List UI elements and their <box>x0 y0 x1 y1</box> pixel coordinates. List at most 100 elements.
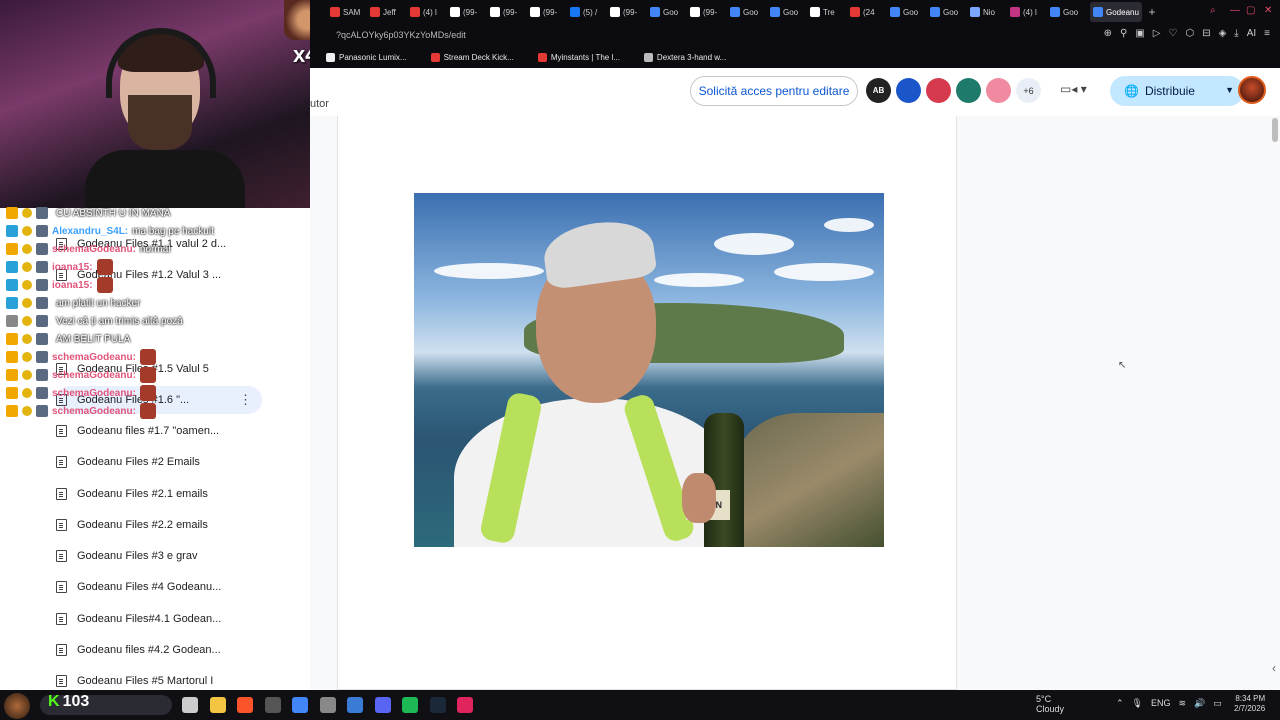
bookmark[interactable]: Dextera 3-hand w... <box>643 52 726 62</box>
browser-tab[interactable]: Jeff <box>370 2 410 22</box>
heart-icon[interactable]: ♡ <box>1168 28 1177 39</box>
outline-item[interactable]: Godeanu Files #4 Godeanu... <box>56 573 232 601</box>
browser-tab[interactable]: SAM <box>330 2 370 22</box>
user-avatar[interactable] <box>1238 76 1266 104</box>
url-text[interactable]: ?qcALOYky6p03YKzYoMDs/edit <box>336 30 466 40</box>
time: 8:34 PM <box>1235 694 1266 703</box>
stream-chat: CU ABSINTH U IN MANA Alexandru_S4L: ma bag… <box>0 205 330 420</box>
collaborator-avatar[interactable] <box>896 78 921 103</box>
multiplier-label: x4 <box>293 42 310 67</box>
browser-tab[interactable]: Goo <box>770 2 810 22</box>
taskbar-app-icon[interactable] <box>429 697 446 713</box>
battery-icon[interactable]: ▭ <box>1213 698 1222 709</box>
chevron-up-icon[interactable]: ⌃ <box>1116 698 1124 709</box>
request-edit-access-button[interactable]: Solicită acces pentru editare <box>690 76 858 106</box>
outline-item[interactable]: Godeanu Files #2 Emails <box>56 448 232 476</box>
close-icon[interactable]: ✕ <box>1264 5 1272 16</box>
bookmark-favicon-icon <box>326 52 335 62</box>
browser-tab[interactable]: (99- <box>450 2 490 22</box>
outline-item[interactable]: Godeanu files #1.7 "oamen... <box>56 417 232 445</box>
volume-icon[interactable]: 🔊 <box>1194 698 1205 709</box>
bookmark[interactable]: Panasonic Lumix... <box>326 52 407 62</box>
menu-icon[interactable]: ≡ <box>1264 28 1270 39</box>
bookmark[interactable]: Stream Deck Kick... <box>430 52 514 62</box>
outline-item-label: Godeanu Files #2.2 emails <box>77 519 208 531</box>
taskbar-app-icon[interactable] <box>264 697 281 713</box>
browser-tab[interactable]: Goo <box>1050 2 1090 22</box>
taskbar-app-icon[interactable] <box>237 697 253 713</box>
globe-icon: 🌐 <box>1124 84 1139 98</box>
docs-header: utor Solicită acces pentru editare AB +6 … <box>310 68 1280 116</box>
taskbar-app-icon[interactable] <box>374 697 391 713</box>
zoom-icon[interactable]: ⊕ <box>1104 28 1112 39</box>
share-button[interactable]: 🌐 Distribuie ▼ <box>1110 76 1244 106</box>
taskbar-app-icon[interactable] <box>319 697 336 713</box>
outline-item[interactable]: Godeanu Files #3 e grav <box>56 542 232 570</box>
search-tabs-icon[interactable]: ⌕ <box>1210 5 1216 16</box>
taskbar-app-icon[interactable] <box>209 697 226 713</box>
taskbar-app-icon[interactable] <box>182 697 198 713</box>
extensions-icon[interactable]: ⬡ <box>1185 28 1194 39</box>
browser-tab[interactable]: (5) / <box>570 2 610 22</box>
outline-item[interactable]: Godeanu files #4.2 Godean... <box>56 636 232 664</box>
browser-tab[interactable]: (99- <box>530 2 570 22</box>
outline-item[interactable]: Godeanu Files #2.1 emails <box>56 480 232 508</box>
more-collaborators-badge[interactable]: +6 <box>1016 78 1041 103</box>
new-tab-icon[interactable]: + <box>1142 5 1162 19</box>
bookmark-favicon-icon <box>643 52 653 62</box>
ai-icon[interactable]: AI <box>1247 28 1256 39</box>
browser-tab[interactable]: Goo <box>930 2 970 22</box>
browser-tab[interactable]: Tre <box>810 2 850 22</box>
collaborator-avatar[interactable] <box>926 78 951 103</box>
temperature: 5°C <box>1036 694 1052 704</box>
minimize-icon[interactable]: — <box>1230 5 1240 16</box>
outline-item[interactable]: Godeanu Files #2.2 emails <box>56 511 232 539</box>
wifi-icon[interactable]: ≋ <box>1179 698 1187 709</box>
chat-sub-badge-icon <box>22 208 32 218</box>
webcam-overlay: x4 <box>0 0 310 208</box>
collaborator-avatar[interactable]: AB <box>866 78 891 103</box>
tab-favicon-icon <box>1050 7 1060 17</box>
tab-favicon-icon <box>890 7 900 17</box>
tab-label: Nio <box>983 7 996 17</box>
meet-icon[interactable]: ▭◂ ▾ <box>1060 82 1087 96</box>
taskbar-app-icon[interactable] <box>457 697 473 713</box>
taskbar-app-icon[interactable] <box>292 697 308 713</box>
browser-tab[interactable]: (99- <box>490 2 530 22</box>
wallet-icon[interactable]: ⊟ <box>1202 28 1210 39</box>
scrollbar[interactable] <box>1272 118 1278 142</box>
tab-favicon-icon <box>530 7 540 17</box>
chat-platform-icon <box>36 315 48 327</box>
collaborator-avatar[interactable] <box>986 78 1011 103</box>
browser-tab[interactable]: Goo <box>890 2 930 22</box>
collaborator-avatar[interactable] <box>956 78 981 103</box>
maximize-icon[interactable]: ▢ <box>1246 5 1255 16</box>
browser-tab[interactable]: (99- <box>610 2 650 22</box>
snapshot-icon[interactable]: ▣ <box>1135 28 1144 39</box>
active-tab[interactable]: Godeanu <box>1090 2 1142 22</box>
cube-icon[interactable]: ◈ <box>1219 28 1227 39</box>
bookmark[interactable]: Myinstants | The l... <box>537 52 620 62</box>
outline-item[interactable]: Godeanu Files#4.1 Godean... <box>56 605 232 633</box>
download-icon[interactable]: ⤓ <box>1234 28 1238 39</box>
browser-tab[interactable]: Goo <box>730 2 770 22</box>
browser-tab[interactable]: (4) l <box>410 2 450 22</box>
share-dropdown-icon[interactable]: ▼ <box>1225 85 1234 95</box>
tab-label: Tre <box>823 7 835 17</box>
weather-widget[interactable]: 5°C Cloudy <box>1020 694 1064 714</box>
play-icon[interactable]: ▷ <box>1153 28 1161 39</box>
chevron-left-icon[interactable]: ‹ <box>1272 661 1276 675</box>
language-indicator[interactable]: ENG <box>1151 698 1171 709</box>
taskbar-app-icon[interactable] <box>402 697 418 713</box>
browser-tab[interactable]: (99- <box>690 2 730 22</box>
browser-tab[interactable]: (4) l <box>1010 2 1050 22</box>
taskbar-app-icon[interactable] <box>347 697 363 713</box>
mic-icon[interactable]: 🎙 <box>1132 698 1143 709</box>
pin-icon[interactable]: ⚲ <box>1120 28 1127 39</box>
browser-tab[interactable]: (24 <box>850 2 890 22</box>
clock[interactable]: 8:34 PM 2/7/2026 <box>1234 694 1265 714</box>
document-icon <box>56 425 67 437</box>
chat-message: schemaGodeanu: <box>6 349 160 365</box>
browser-tab[interactable]: Nio <box>970 2 1010 22</box>
browser-tab[interactable]: Goo <box>650 2 690 22</box>
